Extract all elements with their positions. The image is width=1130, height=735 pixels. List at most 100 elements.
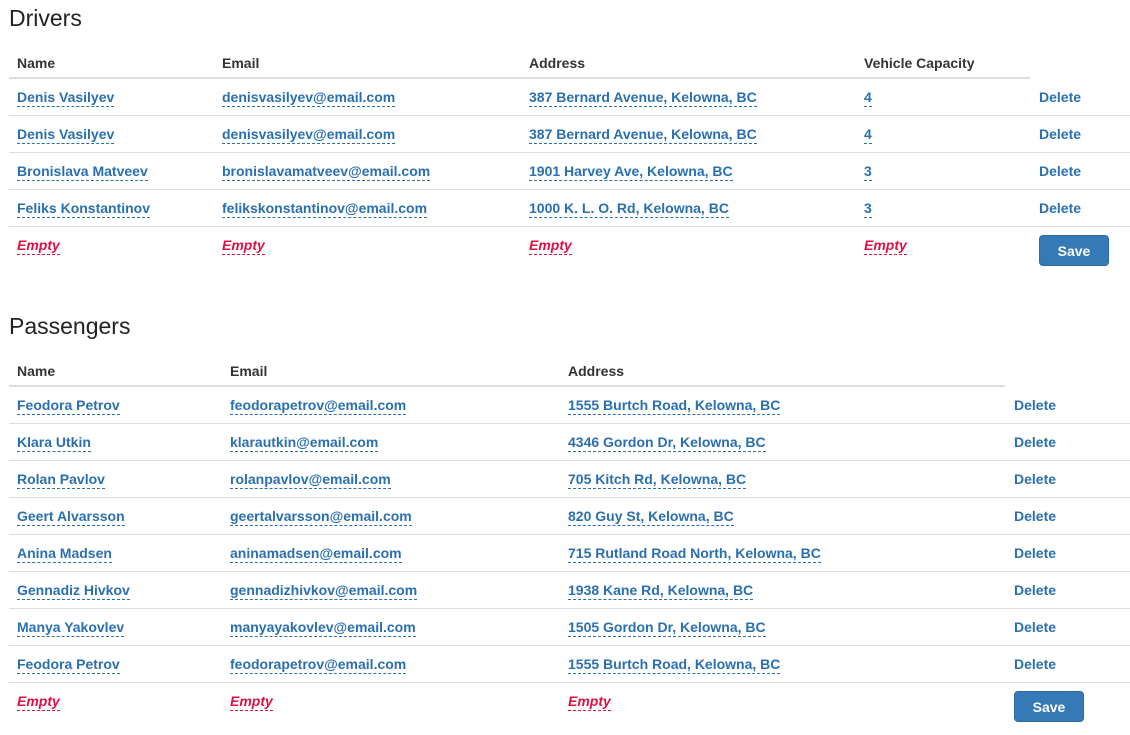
- passengers-email-cell[interactable]: manyayakovlev@email.com: [230, 619, 416, 637]
- delete-button[interactable]: Delete: [1039, 126, 1081, 143]
- passengers-address-cell-text[interactable]: 1938 Kane Rd, Kelowna, BC: [568, 582, 754, 600]
- delete-button[interactable]: Delete: [1014, 434, 1056, 451]
- drivers-name-cell[interactable]: Denis Vasilyev: [17, 89, 115, 107]
- passengers-address-cell-text[interactable]: 705 Kitch Rd, Kelowna, BC: [568, 471, 747, 489]
- drivers-address-cell-text[interactable]: 1901 Harvey Ave, Kelowna, BC: [529, 163, 733, 181]
- save-button[interactable]: Save: [1039, 235, 1109, 266]
- passengers-new-address-field-text[interactable]: Empty: [568, 693, 611, 711]
- drivers-new-capacity-field-text[interactable]: Empty: [864, 237, 907, 255]
- passengers-name-cell-text[interactable]: Manya Yakovlev: [17, 619, 125, 637]
- passengers-email-cell-text[interactable]: gennadizhivkov@email.com: [230, 582, 418, 600]
- passengers-name-cell-text[interactable]: Geert Alvarsson: [17, 508, 125, 526]
- delete-button[interactable]: Delete: [1039, 163, 1081, 180]
- drivers-new-name-field[interactable]: Empty: [17, 237, 60, 255]
- drivers-new-name-field-text[interactable]: Empty: [17, 237, 60, 255]
- drivers-new-address-field-text[interactable]: Empty: [529, 237, 572, 255]
- drivers-address-cell[interactable]: 1000 K. L. O. Rd, Kelowna, BC: [529, 200, 729, 218]
- passengers-name-cell-text[interactable]: Anina Madsen: [17, 545, 112, 563]
- passengers-address-cell[interactable]: 1555 Burtch Road, Kelowna, BC: [568, 656, 781, 674]
- drivers-address-cell[interactable]: 1901 Harvey Ave, Kelowna, BC: [529, 163, 733, 181]
- delete-button[interactable]: Delete: [1039, 89, 1081, 106]
- passengers-email-cell-text[interactable]: rolanpavlov@email.com: [230, 471, 391, 489]
- delete-button[interactable]: Delete: [1014, 397, 1056, 414]
- passengers-new-email-field[interactable]: Empty: [230, 693, 273, 711]
- passengers-address-cell[interactable]: 705 Kitch Rd, Kelowna, BC: [568, 471, 747, 489]
- passengers-name-cell-text[interactable]: Feodora Petrov: [17, 656, 120, 674]
- drivers-email-cell-text[interactable]: denisvasilyev@email.com: [222, 89, 396, 107]
- passengers-address-cell-text[interactable]: 820 Guy St, Kelowna, BC: [568, 508, 734, 526]
- passengers-email-cell[interactable]: geertalvarsson@email.com: [230, 508, 412, 526]
- drivers-address-cell-text[interactable]: 1000 K. L. O. Rd, Kelowna, BC: [529, 200, 729, 218]
- drivers-name-cell[interactable]: Bronislava Matveev: [17, 163, 148, 181]
- delete-button[interactable]: Delete: [1014, 656, 1056, 673]
- passengers-name-cell[interactable]: Gennadiz Hivkov: [17, 582, 130, 600]
- passengers-email-cell[interactable]: rolanpavlov@email.com: [230, 471, 391, 489]
- drivers-capacity-cell[interactable]: 4: [864, 89, 872, 107]
- drivers-address-cell-text[interactable]: 387 Bernard Avenue, Kelowna, BC: [529, 126, 757, 144]
- passengers-new-address-field[interactable]: Empty: [568, 693, 611, 711]
- drivers-capacity-cell[interactable]: 3: [864, 200, 872, 218]
- passengers-email-cell[interactable]: aninamadsen@email.com: [230, 545, 402, 563]
- passengers-name-cell-text[interactable]: Feodora Petrov: [17, 397, 120, 415]
- passengers-address-cell-text[interactable]: 1555 Burtch Road, Kelowna, BC: [568, 397, 781, 415]
- drivers-new-capacity-field[interactable]: Empty: [864, 237, 907, 255]
- passengers-address-cell-text[interactable]: 1555 Burtch Road, Kelowna, BC: [568, 656, 781, 674]
- drivers-capacity-cell-text[interactable]: 4: [864, 126, 872, 144]
- drivers-name-cell-text[interactable]: Denis Vasilyev: [17, 126, 115, 144]
- passengers-email-cell[interactable]: klarautkin@email.com: [230, 434, 379, 452]
- passengers-email-cell-text[interactable]: manyayakovlev@email.com: [230, 619, 416, 637]
- delete-button[interactable]: Delete: [1014, 582, 1056, 599]
- delete-button[interactable]: Delete: [1014, 471, 1056, 488]
- passengers-name-cell-text[interactable]: Rolan Pavlov: [17, 471, 105, 489]
- passengers-email-cell-text[interactable]: feodorapetrov@email.com: [230, 656, 407, 674]
- delete-button[interactable]: Delete: [1039, 200, 1081, 217]
- drivers-name-cell-text[interactable]: Denis Vasilyev: [17, 89, 115, 107]
- drivers-new-address-field[interactable]: Empty: [529, 237, 572, 255]
- delete-button[interactable]: Delete: [1014, 508, 1056, 525]
- drivers-email-cell-text[interactable]: denisvasilyev@email.com: [222, 126, 396, 144]
- drivers-email-cell-text[interactable]: bronislavamatveev@email.com: [222, 163, 431, 181]
- passengers-new-name-field-text[interactable]: Empty: [17, 693, 60, 711]
- passengers-email-cell[interactable]: feodorapetrov@email.com: [230, 656, 407, 674]
- passengers-email-cell[interactable]: feodorapetrov@email.com: [230, 397, 407, 415]
- save-button[interactable]: Save: [1014, 691, 1084, 722]
- delete-button[interactable]: Delete: [1014, 545, 1056, 562]
- drivers-capacity-cell-text[interactable]: 3: [864, 200, 872, 218]
- passengers-new-email-field-text[interactable]: Empty: [230, 693, 273, 711]
- passengers-address-cell[interactable]: 4346 Gordon Dr, Kelowna, BC: [568, 434, 766, 452]
- passengers-name-cell[interactable]: Feodora Petrov: [17, 656, 120, 674]
- drivers-email-cell[interactable]: denisvasilyev@email.com: [222, 126, 396, 144]
- passengers-name-cell-text[interactable]: Klara Utkin: [17, 434, 91, 452]
- passengers-email-cell[interactable]: gennadizhivkov@email.com: [230, 582, 418, 600]
- passengers-email-cell-text[interactable]: klarautkin@email.com: [230, 434, 379, 452]
- passengers-address-cell[interactable]: 820 Guy St, Kelowna, BC: [568, 508, 734, 526]
- drivers-name-cell[interactable]: Denis Vasilyev: [17, 126, 115, 144]
- drivers-capacity-cell[interactable]: 4: [864, 126, 872, 144]
- passengers-name-cell[interactable]: Geert Alvarsson: [17, 508, 125, 526]
- passengers-name-cell[interactable]: Manya Yakovlev: [17, 619, 125, 637]
- passengers-address-cell[interactable]: 1555 Burtch Road, Kelowna, BC: [568, 397, 781, 415]
- passengers-name-cell[interactable]: Rolan Pavlov: [17, 471, 105, 489]
- drivers-capacity-cell[interactable]: 3: [864, 163, 872, 181]
- passengers-email-cell-text[interactable]: feodorapetrov@email.com: [230, 397, 407, 415]
- passengers-address-cell-text[interactable]: 1505 Gordon Dr, Kelowna, BC: [568, 619, 766, 637]
- passengers-address-cell[interactable]: 1505 Gordon Dr, Kelowna, BC: [568, 619, 766, 637]
- drivers-capacity-cell-text[interactable]: 3: [864, 163, 872, 181]
- passengers-name-cell[interactable]: Klara Utkin: [17, 434, 91, 452]
- drivers-address-cell-text[interactable]: 387 Bernard Avenue, Kelowna, BC: [529, 89, 757, 107]
- drivers-email-cell[interactable]: denisvasilyev@email.com: [222, 89, 396, 107]
- passengers-name-cell[interactable]: Feodora Petrov: [17, 397, 120, 415]
- passengers-email-cell-text[interactable]: aninamadsen@email.com: [230, 545, 402, 563]
- drivers-email-cell-text[interactable]: felikskonstantinov@email.com: [222, 200, 428, 218]
- drivers-new-email-field[interactable]: Empty: [222, 237, 265, 255]
- drivers-email-cell[interactable]: felikskonstantinov@email.com: [222, 200, 428, 218]
- drivers-address-cell[interactable]: 387 Bernard Avenue, Kelowna, BC: [529, 126, 757, 144]
- drivers-capacity-cell-text[interactable]: 4: [864, 89, 872, 107]
- passengers-new-name-field[interactable]: Empty: [17, 693, 60, 711]
- passengers-name-cell[interactable]: Anina Madsen: [17, 545, 112, 563]
- passengers-address-cell[interactable]: 715 Rutland Road North, Kelowna, BC: [568, 545, 821, 563]
- passengers-address-cell-text[interactable]: 4346 Gordon Dr, Kelowna, BC: [568, 434, 766, 452]
- passengers-address-cell[interactable]: 1938 Kane Rd, Kelowna, BC: [568, 582, 754, 600]
- delete-button[interactable]: Delete: [1014, 619, 1056, 636]
- passengers-address-cell-text[interactable]: 715 Rutland Road North, Kelowna, BC: [568, 545, 821, 563]
